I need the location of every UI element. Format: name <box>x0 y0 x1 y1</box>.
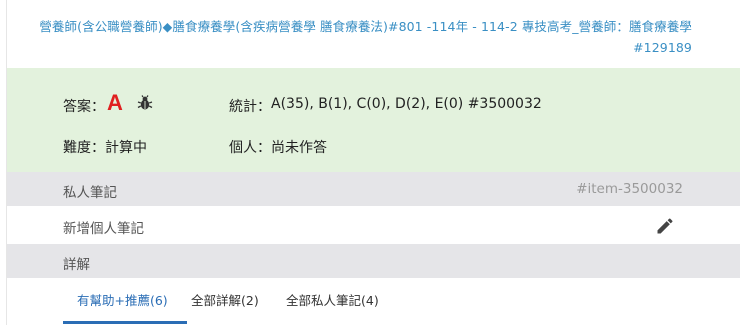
bug-icon[interactable] <box>137 95 153 111</box>
item-id: #item-3500032 <box>576 181 683 197</box>
personal-label: 個人： <box>229 140 271 156</box>
add-note-row[interactable]: 新增個人筆記 <box>7 208 740 244</box>
active-tab-indicator <box>63 321 187 324</box>
stats-value: A(35), B(1), C(0), D(2), E(0) #3500032 <box>271 96 542 112</box>
private-notes-bar: 私人筆記 #item-3500032 <box>7 172 740 206</box>
stats-label: 統計： <box>229 99 271 115</box>
answer-value: A <box>107 90 123 115</box>
exam-title-link[interactable]: 營養師(含公職營養師)◆膳食療養學(含疾病營養學 膳食療養法)#801 -114… <box>39 19 692 55</box>
pencil-icon[interactable] <box>655 216 675 236</box>
question-card: 營養師(含公職營養師)◆膳食療養學(含疾病營養學 膳食療養法)#801 -114… <box>6 0 740 325</box>
details-bar: 詳解 <box>7 244 740 278</box>
tab-all-explanations[interactable]: 全部詳解(2) <box>191 290 259 309</box>
answer-panel: 答案： A 統計： A(35), B(1), C(0), D(2), E(0) … <box>7 68 740 172</box>
personal-value: 尚未作答 <box>271 140 327 156</box>
difficulty-label: 難度： <box>63 140 105 156</box>
answer-label: 答案： <box>63 99 105 115</box>
explanation-tabs: 有幫助+推薦(6) 全部詳解(2) 全部私人筆記(4) <box>7 278 740 325</box>
details-label: 詳解 <box>63 257 90 273</box>
private-notes-label: 私人筆記 <box>63 185 117 201</box>
tab-all-private-notes[interactable]: 全部私人筆記(4) <box>286 290 379 309</box>
difficulty-value: 計算中 <box>105 140 147 156</box>
question-header: 營養師(含公職營養師)◆膳食療養學(含疾病營養學 膳食療養法)#801 -114… <box>7 0 740 68</box>
tab-helpful[interactable]: 有幫助+推薦(6) <box>77 290 168 309</box>
add-note-placeholder[interactable]: 新增個人筆記 <box>63 217 144 237</box>
